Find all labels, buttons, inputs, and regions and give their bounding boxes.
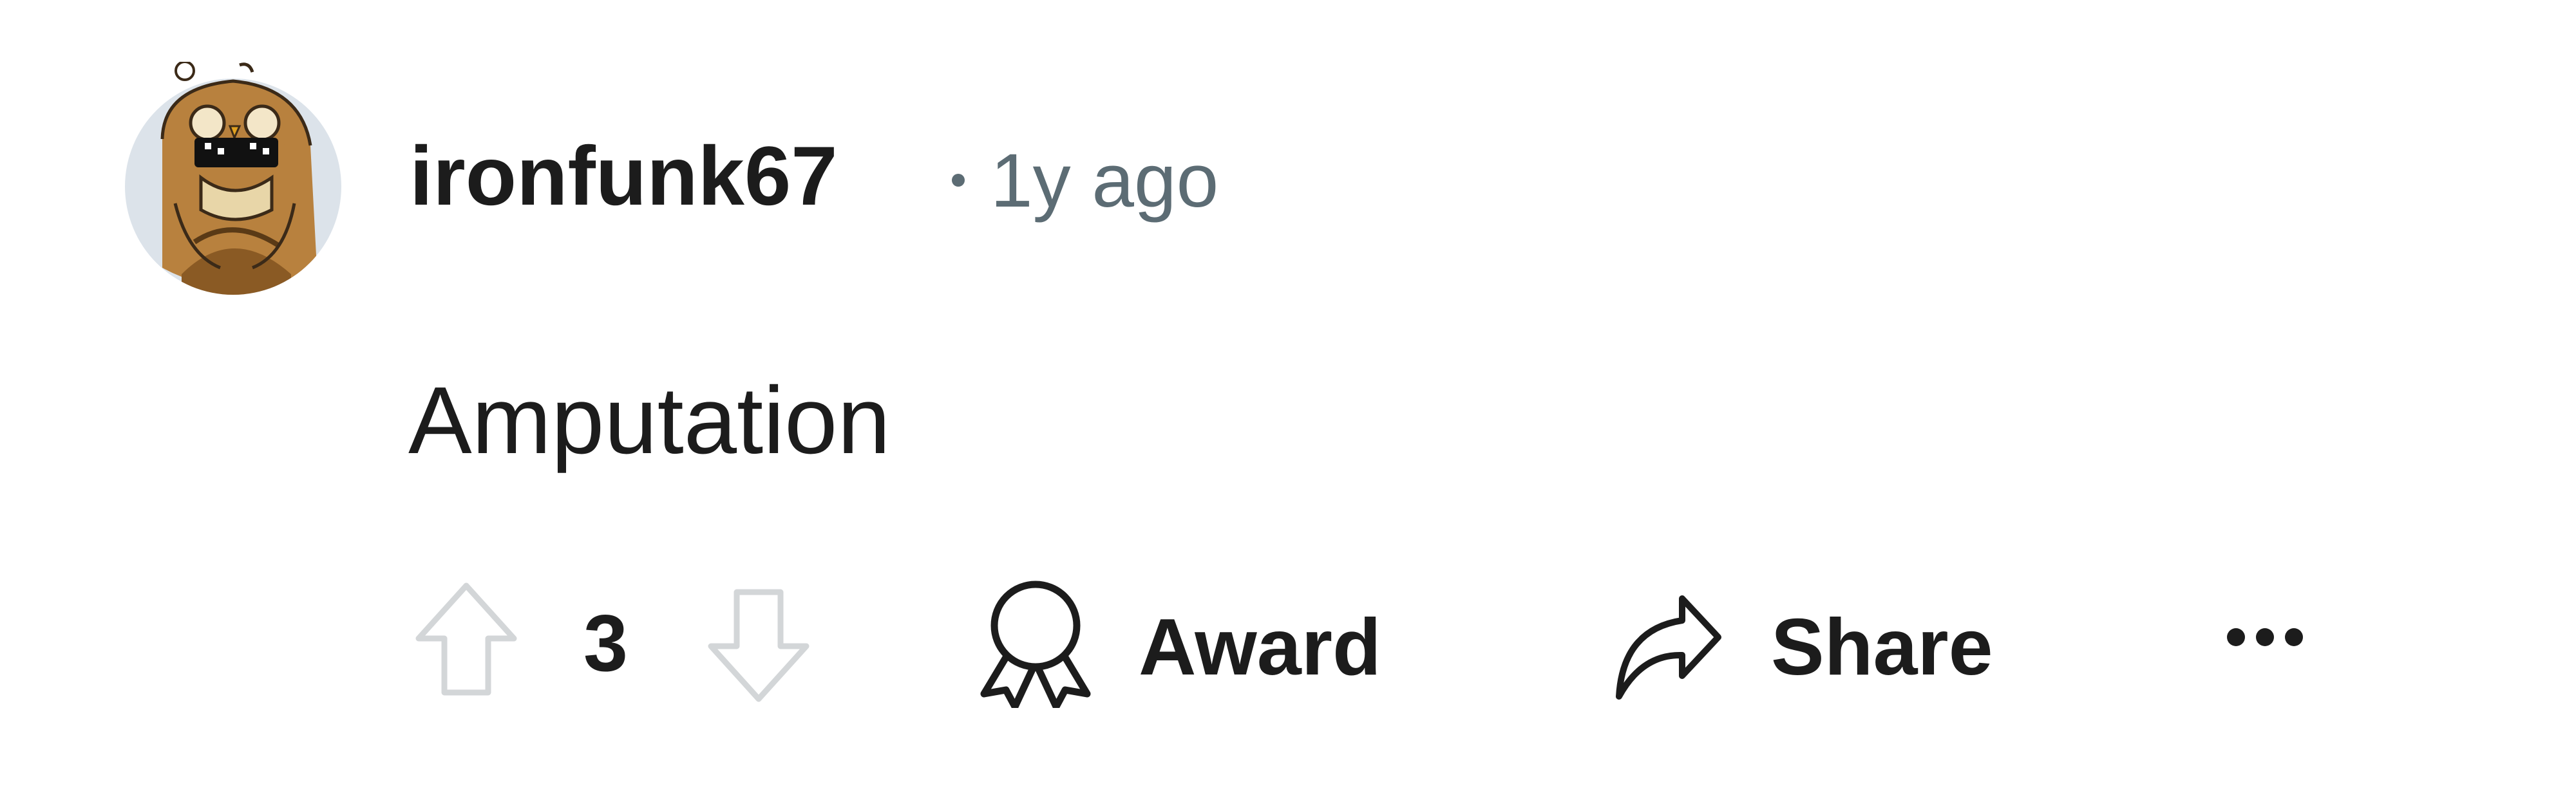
comment-timestamp: 1y ago [952,143,1218,219]
arrow-down-icon[interactable] [705,583,813,705]
share-button[interactable]: Share [1613,579,2038,708]
arrow-up-icon[interactable] [412,579,520,702]
vote-count: 3 [583,599,628,688]
share-label: Share [1771,603,1993,692]
ellipsis-icon[interactable] [2223,618,2307,656]
comment-time: 1y ago [990,138,1219,223]
award-button[interactable]: Award [978,579,1416,708]
award-ribbon-icon [978,579,1094,708]
separator-dot [952,173,965,187]
comment: ironfunk67 1y ago Amputation 3 Award Sha… [0,0,2576,800]
share-arrow-icon [1613,590,1723,705]
comment-author[interactable]: ironfunk67 [410,134,838,218]
award-label: Award [1139,603,1381,692]
comment-body: Amputation [408,367,891,474]
owl-avatar-icon[interactable] [124,62,343,296]
comment-action-bar: 3 Award Share [0,566,2576,721]
